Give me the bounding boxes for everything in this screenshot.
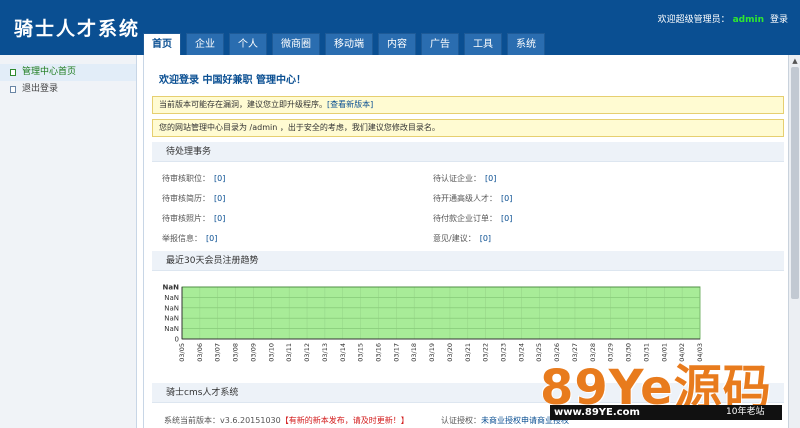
pending-jobs: 待审核职位： [0] (162, 173, 225, 184)
x-tick-label: 03/19 (428, 343, 436, 362)
x-tick-label: 03/21 (464, 343, 472, 362)
pending-premium-talent-link[interactable]: [0] (501, 194, 512, 203)
page-icon (10, 86, 16, 93)
chart-section-title: 最近30天会员注册趋势 (152, 251, 784, 271)
pending-label: 待审核简历： (162, 194, 210, 203)
sidebar-item-label: 退出登录 (22, 84, 59, 94)
pending-premium-talent: 待开通高级人才： [0] (433, 193, 512, 204)
tab-content[interactable]: 内容 (378, 33, 416, 55)
tab-mobile[interactable]: 移动端 (325, 33, 373, 55)
upgrade-notice: 当前版本可能存在漏洞，建议您立即升级程序。[查看新版本] (152, 96, 784, 114)
x-tick-label: 03/07 (214, 343, 222, 362)
x-tick-label: 03/05 (178, 343, 186, 362)
y-tick-label: NaN (164, 294, 179, 302)
x-tick-label: 03/11 (285, 343, 293, 362)
y-tick-label: NaN (163, 284, 180, 292)
view-new-version-link[interactable]: [查看新版本] (327, 100, 373, 109)
pending-section-title: 待处理事务 (152, 142, 784, 162)
pending-reports: 举报信息： [0] (162, 233, 217, 244)
page-icon (10, 69, 16, 76)
welcome-text: 欢迎超级管理员： (657, 15, 730, 25)
y-tick-label: NaN (164, 304, 179, 312)
security-notice-text: 您的网站管理中心目录为 /admin ，出于安全的考虑，我们建议您修改目录名。 (159, 123, 440, 132)
tab-ads[interactable]: 广告 (421, 33, 459, 55)
tab-company[interactable]: 企业 (186, 33, 224, 55)
main-nav-tabs: 首页 企业 个人 微商圈 移动端 内容 广告 工具 系统 (143, 33, 550, 55)
pending-feedback-link[interactable]: [0] (480, 234, 491, 243)
scroll-up-arrow-icon[interactable]: ▲ (791, 57, 799, 65)
watermark-url: www.89YE.com (554, 407, 640, 418)
tab-tools[interactable]: 工具 (464, 33, 502, 55)
sidebar-item-logout[interactable]: 退出登录 (0, 81, 136, 98)
pending-label: 待审核照片： (162, 214, 210, 223)
pending-label: 待认证企业： (433, 174, 481, 183)
x-tick-label: 03/15 (357, 343, 365, 362)
tab-personal[interactable]: 个人 (229, 33, 267, 55)
y-tick-label: NaN (164, 315, 179, 323)
sidebar-item-label: 管理中心首页 (22, 67, 77, 77)
site-logo: 骑士人才系统 (14, 18, 141, 40)
pending-companies-link[interactable]: [0] (485, 174, 496, 183)
pending-photos: 待审核照片： [0] (162, 213, 225, 224)
tab-micro-circle[interactable]: 微商圈 (272, 33, 320, 55)
x-tick-label: 03/22 (482, 343, 490, 362)
y-tick-label: NaN (164, 325, 179, 333)
logout-link[interactable]: 登录 (770, 15, 788, 25)
sidebar: 管理中心首页 退出登录 (0, 55, 137, 428)
pending-label: 待付款企业订单： (433, 214, 497, 223)
x-tick-label: 03/17 (392, 343, 400, 362)
page-title: 欢迎登录 中国好兼职 管理中心！ (159, 75, 306, 86)
upgrade-notice-text: 当前版本可能存在漏洞，建议您立即升级程序。 (159, 100, 327, 109)
update-warning[interactable]: 【有新的新本发布，请及时更新！】 (281, 416, 409, 425)
pending-companies: 待认证企业： [0] (433, 173, 496, 184)
security-notice: 您的网站管理中心目录为 /admin ，出于安全的考虑，我们建议您修改目录名。 (152, 119, 784, 137)
tab-system[interactable]: 系统 (507, 33, 545, 55)
welcome-area: 欢迎超级管理员： admin 登录 (658, 12, 788, 25)
pending-orders-link[interactable]: [0] (501, 214, 512, 223)
x-tick-label: 03/13 (321, 343, 329, 362)
x-tick-label: 03/08 (232, 343, 240, 362)
x-tick-label: 03/06 (196, 343, 204, 362)
version-row: 系统当前版本：v3.6.20151030【有新的新本发布，请及时更新！】 (164, 415, 409, 426)
pending-reports-link[interactable]: [0] (206, 234, 217, 243)
admin-username: admin (732, 15, 764, 25)
x-tick-label: 03/20 (446, 343, 454, 362)
pending-jobs-link[interactable]: [0] (214, 174, 225, 183)
pending-label: 举报信息： (162, 234, 202, 243)
x-tick-label: 03/18 (410, 343, 418, 362)
pending-feedback: 意见/建议： [0] (433, 233, 491, 244)
top-header: 骑士人才系统 欢迎超级管理员： admin 登录 首页 企业 个人 微商圈 移动端 … (0, 0, 800, 55)
version-value: v3.6.20151030 (220, 416, 281, 425)
pending-photos-link[interactable]: [0] (214, 214, 225, 223)
pending-orders: 待付款企业订单： [0] (433, 213, 512, 224)
pending-resumes: 待审核简历： [0] (162, 193, 225, 204)
x-tick-label: 03/12 (303, 343, 311, 362)
x-tick-label: 03/14 (339, 343, 347, 362)
pending-label: 待开通高级人才： (433, 194, 497, 203)
sidebar-item-admin-home[interactable]: 管理中心首页 (0, 64, 136, 81)
x-tick-label: 03/24 (517, 343, 525, 362)
x-tick-label: 03/09 (249, 343, 257, 362)
x-tick-label: 03/16 (374, 343, 382, 362)
chart-area-fill (181, 286, 701, 340)
pending-label: 意见/建议： (433, 234, 476, 243)
watermark: 89Ye源码 www.89YE.com 10年老站 (540, 352, 792, 422)
pending-resumes-link[interactable]: [0] (214, 194, 225, 203)
version-label: 系统当前版本： (164, 416, 220, 425)
auth-label: 认证授权： (441, 416, 481, 425)
tab-home[interactable]: 首页 (143, 33, 181, 55)
x-tick-label: 03/23 (500, 343, 508, 362)
y-tick-label: 0 (175, 336, 179, 344)
scroll-thumb[interactable] (791, 67, 799, 299)
pending-label: 待审核职位： (162, 174, 210, 183)
x-tick-label: 03/10 (267, 343, 275, 362)
watermark-years: 10年老站 (726, 407, 765, 417)
